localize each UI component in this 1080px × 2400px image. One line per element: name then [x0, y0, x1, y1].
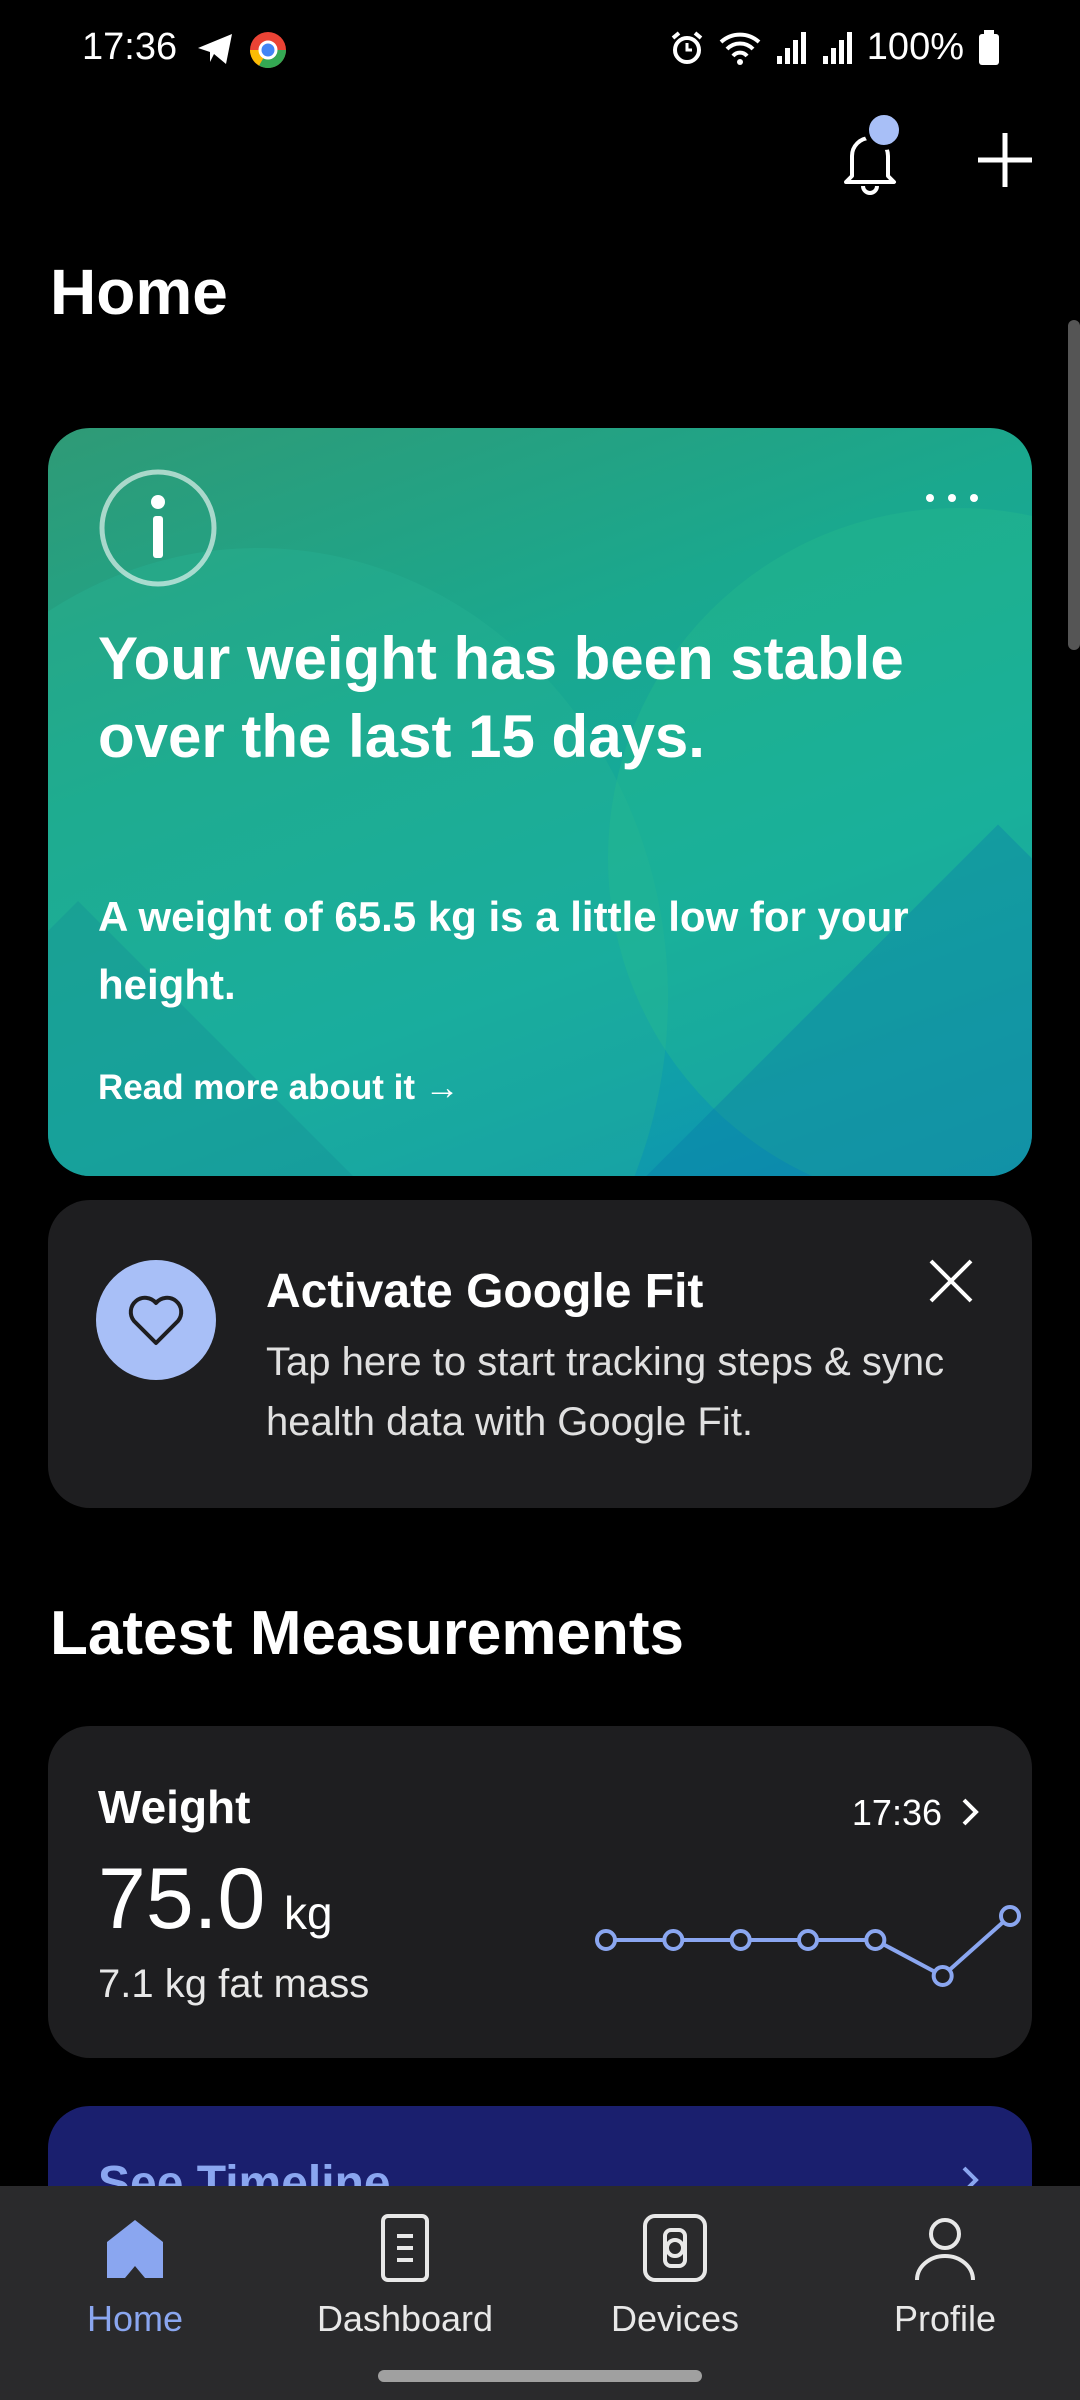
- plus-icon[interactable]: [970, 125, 1040, 195]
- dashboard-icon: [381, 2214, 429, 2282]
- nav-devices[interactable]: Devices: [540, 2186, 810, 2400]
- notifications-button[interactable]: [830, 110, 910, 200]
- info-icon: [99, 469, 217, 587]
- nav-profile-label: Profile: [893, 2298, 997, 2339]
- sparkline-point-6: [999, 1905, 1021, 1927]
- nav-home[interactable]: Home: [0, 2186, 270, 2400]
- weight-trend-sparkline: [595, 1905, 1021, 1987]
- chevron-right-icon: [962, 1798, 979, 1826]
- watch-icon: [643, 2214, 707, 2282]
- google-fit-card[interactable]: Activate Google Fit Tap here to start tr…: [48, 1200, 1032, 1508]
- more-options-icon[interactable]: [922, 488, 982, 508]
- home-icon: [107, 2220, 163, 2278]
- sparkline-point-5: [931, 1965, 954, 1987]
- page-title: Home: [50, 256, 228, 328]
- signal-icon: [822, 31, 852, 64]
- person-icon: [915, 2218, 975, 2281]
- nav-devices-label: Devices: [610, 2298, 740, 2339]
- nav-profile[interactable]: Profile: [810, 2186, 1080, 2400]
- wifi-icon: [719, 32, 761, 65]
- top-actions: [830, 110, 1040, 200]
- scrollbar[interactable]: [1068, 320, 1080, 650]
- bottom-nav: Home Dashboard Devices Profile: [0, 2186, 1080, 2400]
- telegram-icon: [198, 34, 232, 64]
- nav-dashboard-label: Dashboard: [316, 2298, 494, 2339]
- notification-badge: [864, 110, 904, 150]
- alarm-icon: [671, 30, 703, 64]
- weight-unit: kg: [284, 1887, 333, 1939]
- weight-value: 75.0: [98, 1851, 266, 1947]
- heart-icon: [128, 1295, 184, 1345]
- weight-label: Weight: [98, 1781, 251, 1833]
- sparkline-point-2: [729, 1929, 752, 1951]
- heart-icon-badge: [96, 1260, 216, 1380]
- home-indicator[interactable]: [378, 2370, 702, 2382]
- weight-time: 17:36: [851, 1792, 942, 1833]
- weight-card[interactable]: Weight 17:36 75.0 kg 7.1 kg fat mass: [48, 1726, 1032, 2058]
- sparkline-point-4: [864, 1929, 887, 1951]
- latest-measurements-title: Latest Measurements: [50, 1599, 685, 1668]
- fat-mass: 7.1 kg fat mass: [98, 1962, 370, 2006]
- nav-dashboard[interactable]: Dashboard: [270, 2186, 540, 2400]
- sparkline-point-3: [797, 1929, 819, 1951]
- sparkline-point-0: [595, 1929, 617, 1951]
- read-more-link[interactable]: Read more about it →: [98, 1068, 460, 1108]
- chrome-icon: [250, 32, 286, 69]
- battery-icon: [979, 29, 999, 65]
- battery-percent: 100%: [866, 26, 964, 68]
- google-fit-title: Activate Google Fit: [266, 1265, 704, 1318]
- signal-icon: [776, 31, 806, 64]
- insight-title: Your weight has been stable over the las…: [98, 625, 904, 770]
- sparkline-point-1: [662, 1929, 685, 1951]
- nav-home-label: Home: [86, 2298, 184, 2339]
- google-fit-description: Tap here to start tracking steps & sync …: [266, 1340, 945, 1444]
- close-icon[interactable]: [926, 1256, 976, 1306]
- insight-body: A weight of 65.5 kg is a little low for …: [98, 893, 909, 1008]
- status-time: 17:36: [82, 26, 178, 68]
- status-bar: 17:36 100%: [0, 0, 1080, 100]
- insight-card[interactable]: Your weight has been stable over the las…: [48, 428, 1032, 1176]
